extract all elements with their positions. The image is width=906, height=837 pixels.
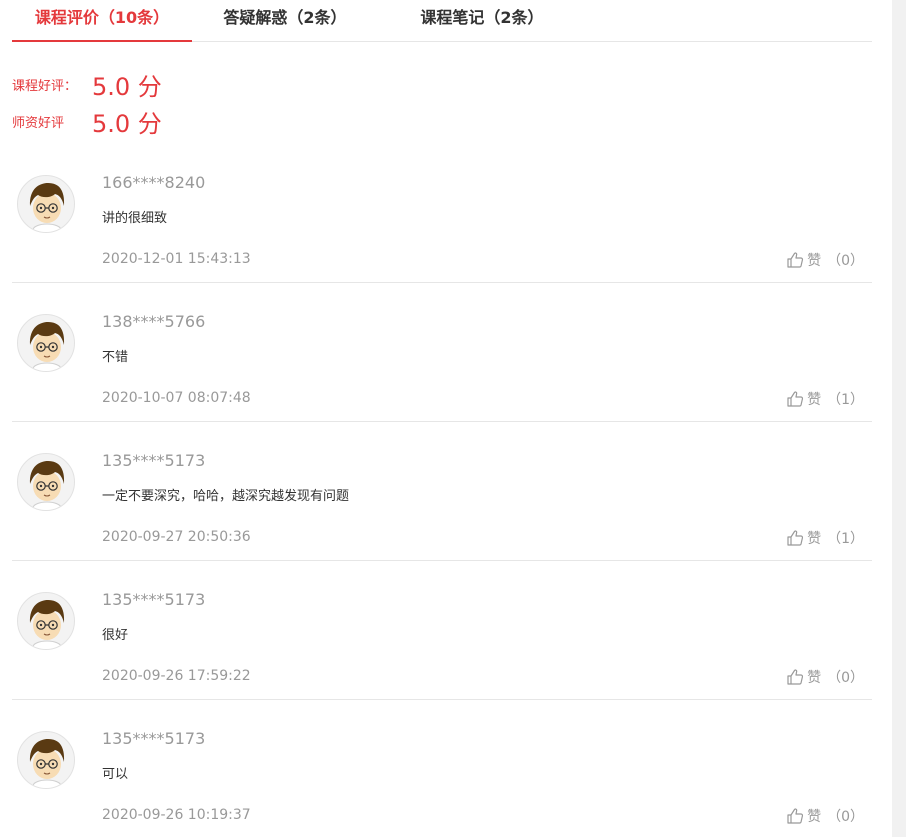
comment-time: 2020-12-01 15:43:13 bbox=[102, 251, 251, 267]
comment-item: 135****5173 很好 2020-09-26 17:59:22 赞 （0） bbox=[12, 561, 872, 700]
comment-content: 讲的很细致 bbox=[102, 211, 168, 226]
tab-bar: 课程评价（10条） 答疑解惑（2条） 课程笔记（2条） bbox=[12, 0, 872, 42]
tab-course-notes[interactable]: 课程笔记（2条） bbox=[402, 0, 562, 41]
scrollbar-track[interactable] bbox=[892, 0, 906, 837]
comment-content: 不错 bbox=[102, 350, 129, 365]
like-count: （0） bbox=[827, 670, 864, 686]
cartoon-boy-avatar-icon bbox=[29, 461, 65, 510]
comment-time: 2020-10-07 08:07:48 bbox=[102, 390, 251, 406]
course-rating: 课程好评： 5.0 分 bbox=[12, 66, 162, 102]
comment-time: 2020-09-26 17:59:22 bbox=[102, 668, 251, 684]
comment-username: 135****5173 bbox=[102, 451, 206, 470]
like-count: （1） bbox=[827, 531, 864, 547]
like-label: 赞 bbox=[807, 392, 822, 408]
like-label: 赞 bbox=[807, 253, 822, 269]
comment-content: 可以 bbox=[102, 767, 129, 782]
comment-content: 一定不要深究，哈哈，越深究越发现有问题 bbox=[102, 489, 350, 504]
like-label: 赞 bbox=[807, 531, 822, 547]
thumbs-up-icon bbox=[787, 252, 804, 268]
course-rating-value: 5.0 分 bbox=[92, 72, 162, 101]
teacher-rating-label: 师资好评 bbox=[12, 115, 65, 131]
course-rating-label: 课程好评： bbox=[12, 78, 78, 94]
thumbs-up-icon bbox=[787, 391, 804, 407]
comment-time: 2020-09-27 20:50:36 bbox=[102, 529, 251, 545]
user-avatar bbox=[17, 175, 75, 233]
cartoon-boy-avatar-icon bbox=[29, 739, 65, 788]
like-count: （1） bbox=[827, 392, 864, 408]
user-avatar bbox=[17, 453, 75, 511]
teacher-rating: 师资好评 5.0 分 bbox=[12, 103, 162, 139]
like-button[interactable]: 赞 （1） bbox=[786, 528, 864, 548]
teacher-rating-value: 5.0 分 bbox=[92, 109, 162, 138]
like-label: 赞 bbox=[807, 809, 822, 825]
thumbs-up-icon bbox=[787, 808, 804, 824]
thumbs-up-icon bbox=[787, 669, 804, 685]
like-button[interactable]: 赞 （0） bbox=[786, 667, 864, 687]
user-avatar bbox=[17, 592, 75, 650]
like-count: （0） bbox=[827, 809, 864, 825]
comment-time: 2020-09-26 10:19:37 bbox=[102, 807, 251, 823]
tab-qa[interactable]: 答疑解惑（2条） bbox=[210, 0, 360, 41]
comment-item: 135****5173 一定不要深究，哈哈，越深究越发现有问题 2020-09-… bbox=[12, 422, 872, 561]
comment-username: 138****5766 bbox=[102, 312, 206, 331]
like-count: （0） bbox=[827, 253, 864, 269]
comment-content: 很好 bbox=[102, 628, 129, 643]
comment-username: 166****8240 bbox=[102, 173, 206, 192]
like-button[interactable]: 赞 （0） bbox=[786, 806, 864, 826]
comment-list: 166****8240 讲的很细致 2020-12-01 15:43:13 赞 … bbox=[12, 144, 872, 837]
comment-username: 135****5173 bbox=[102, 729, 206, 748]
comment-username: 135****5173 bbox=[102, 590, 206, 609]
cartoon-boy-avatar-icon bbox=[29, 322, 65, 371]
comment-item: 166****8240 讲的很细致 2020-12-01 15:43:13 赞 … bbox=[12, 144, 872, 283]
cartoon-boy-avatar-icon bbox=[29, 600, 65, 649]
like-label: 赞 bbox=[807, 670, 822, 686]
thumbs-up-icon bbox=[787, 530, 804, 546]
comment-item: 135****5173 可以 2020-09-26 10:19:37 赞 （0） bbox=[12, 700, 872, 837]
like-button[interactable]: 赞 （1） bbox=[786, 389, 864, 409]
user-avatar bbox=[17, 731, 75, 789]
user-avatar bbox=[17, 314, 75, 372]
tab-course-reviews[interactable]: 课程评价（10条） bbox=[12, 0, 192, 42]
cartoon-boy-avatar-icon bbox=[29, 183, 65, 232]
comment-item: 138****5766 不错 2020-10-07 08:07:48 赞 （1） bbox=[12, 283, 872, 422]
like-button[interactable]: 赞 （0） bbox=[786, 250, 864, 270]
